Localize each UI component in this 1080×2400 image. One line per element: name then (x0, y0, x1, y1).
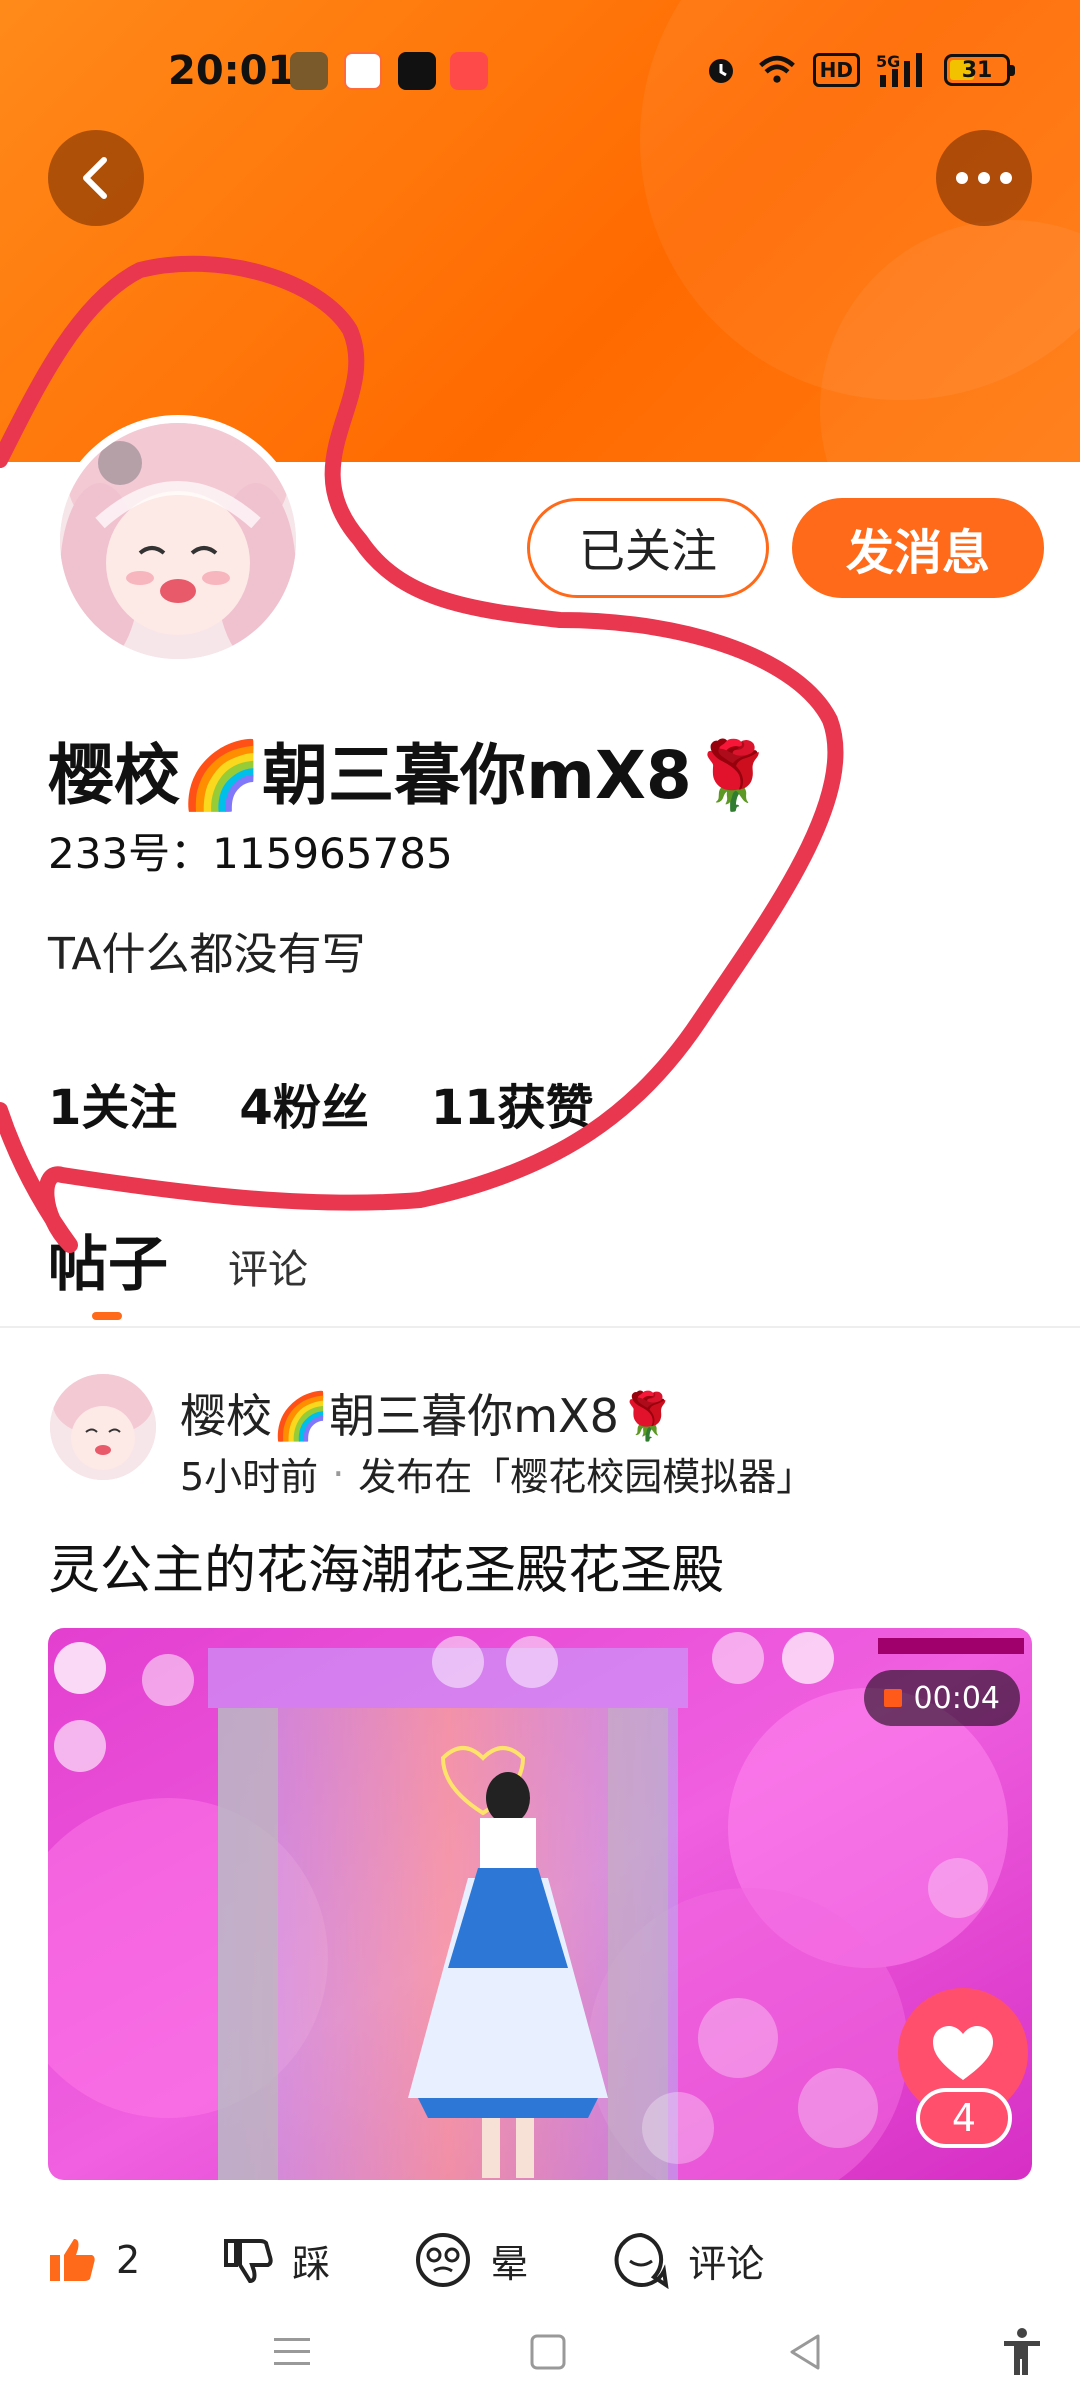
comment-bubble-icon (614, 2232, 669, 2289)
anime-avatar-image (60, 423, 296, 659)
post-title[interactable]: 灵公主的花海潮花圣殿花圣殿 (48, 1528, 724, 1603)
comment-label: 评论 (688, 2241, 765, 2286)
profile-tabs: 帖子 评论 (48, 1216, 308, 1303)
video-duration: 00:04 (913, 1680, 1000, 1716)
tab-comments[interactable]: 评论 (228, 1237, 308, 1303)
wifi-icon (757, 50, 797, 90)
square-home-icon (530, 2334, 566, 2370)
gamepad-app-icon (344, 52, 382, 90)
status-bar: 20:01 HD 5G 31 (0, 0, 1080, 140)
stat-likes-value: 11 (430, 1080, 498, 1136)
post-actions: 2 踩 晕 评论 (48, 2220, 1048, 2300)
more-button[interactable] (936, 130, 1032, 226)
profile-user-id[interactable]: 233号：115965785 (48, 820, 453, 881)
back-button[interactable] (48, 130, 144, 226)
game-app-icon (290, 52, 328, 90)
nav-back-button[interactable] (778, 2324, 834, 2380)
menu-lines-icon (274, 2338, 310, 2365)
anime-avatar-small-image (50, 1374, 156, 1480)
hd-badge: HD (812, 53, 860, 87)
video-app-icon (398, 52, 436, 90)
dizzy-label: 晕 (490, 2241, 529, 2286)
profile-username: 樱校🌈朝三暮你mX8🌹 (48, 737, 774, 814)
dislike-action[interactable]: 踩 (224, 2233, 330, 2288)
dizzy-face-icon (416, 2233, 471, 2287)
chevron-left-icon (83, 157, 107, 199)
stat-following[interactable]: 1 关注 (48, 1068, 177, 1138)
tab-divider (0, 1326, 1080, 1328)
system-navigation-bar (0, 2300, 1080, 2400)
active-tab-indicator (92, 1312, 122, 1320)
tab-posts[interactable]: 帖子 (48, 1216, 168, 1303)
stat-followers-value: 4 (239, 1080, 273, 1136)
comment-action[interactable]: 评论 (612, 2231, 764, 2289)
post-author-avatar[interactable] (50, 1374, 156, 1480)
heart-icon (933, 2026, 993, 2080)
status-time: 20:01 (168, 48, 296, 94)
post-author-name[interactable]: 樱校🌈朝三暮你mX8🌹 (180, 1380, 676, 1446)
post-time: 5小时前 (180, 1455, 319, 1499)
post-meta: 5小时前 · 发布在「樱花校园模拟器」 (180, 1446, 814, 1501)
stat-following-value: 1 (48, 1080, 82, 1136)
stat-followers-label: 粉丝 (272, 1080, 369, 1136)
avatar[interactable] (52, 415, 304, 667)
thumbs-up-icon (50, 2239, 95, 2281)
stat-likes[interactable]: 11 获赞 (431, 1068, 594, 1138)
profile-stats: 1 关注 4 粉丝 11 获赞 (48, 1068, 594, 1138)
signal-5g-icon: 5G (876, 50, 928, 90)
floating-like-count: 4 (916, 2088, 1012, 2148)
nav-home-button[interactable] (520, 2324, 576, 2380)
like-action[interactable]: 2 (48, 2237, 140, 2283)
more-dots-icon (956, 172, 1012, 184)
triangle-back-icon (790, 2334, 820, 2370)
bilibili-app-icon (450, 52, 488, 90)
followed-button[interactable]: 已关注 (527, 498, 769, 598)
battery-indicator: 31 (944, 54, 1015, 86)
like-count: 2 (116, 2238, 141, 2282)
post-video-thumbnail[interactable]: 00:04 (48, 1628, 1032, 2180)
accessibility-icon (1004, 2328, 1040, 2375)
video-duration-badge: 00:04 (863, 1670, 1020, 1726)
stat-followers[interactable]: 4 粉丝 (239, 1068, 368, 1138)
profile-bio: TA什么都没有写 (48, 929, 366, 980)
svg-text:5G: 5G (876, 52, 900, 71)
thumbs-down-icon (224, 2239, 273, 2283)
stat-likes-label: 获赞 (497, 1080, 594, 1136)
dislike-label: 踩 (292, 2241, 331, 2286)
alarm-icon (701, 50, 741, 90)
stat-following-label: 关注 (81, 1080, 178, 1136)
dizzy-action[interactable]: 晕 (414, 2231, 528, 2289)
meta-separator: · (332, 1451, 345, 1496)
nav-menu-button[interactable] (264, 2324, 320, 2380)
accessibility-button[interactable] (994, 2324, 1050, 2380)
send-message-button[interactable]: 发消息 (792, 498, 1044, 598)
post-forum-link[interactable]: 发布在「樱花校园模拟器」 (358, 1446, 814, 1501)
record-icon (883, 1689, 902, 1707)
